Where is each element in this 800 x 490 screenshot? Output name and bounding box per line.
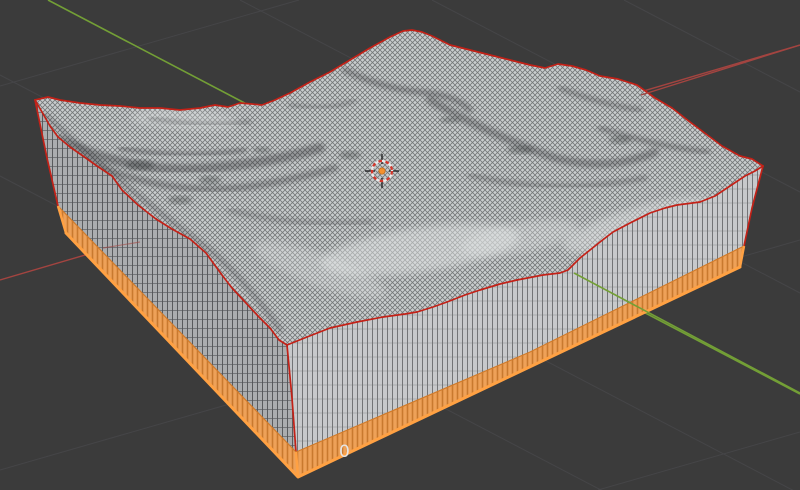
terrain-rough-patch xyxy=(168,196,192,204)
viewport-canvas[interactable]: 0 xyxy=(0,0,800,490)
terrain-rough-patch xyxy=(199,176,221,184)
edge-length-label: 0 xyxy=(339,442,350,462)
blender-3d-viewport[interactable]: 0 xyxy=(0,0,800,490)
terrain-rough-patch xyxy=(440,117,460,123)
terrain-rough-patch xyxy=(253,147,271,153)
terrain-rough-patch xyxy=(126,160,154,170)
terrain-rough-patch xyxy=(507,146,533,154)
terrain-rough-patch xyxy=(339,151,361,159)
terrain-rough-patch xyxy=(609,136,631,144)
object-origin-dot xyxy=(379,168,385,174)
